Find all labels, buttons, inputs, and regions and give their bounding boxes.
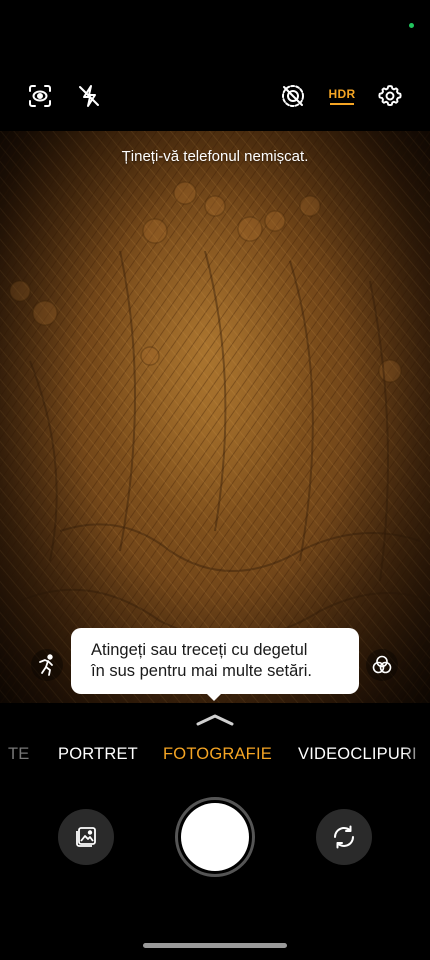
motion-mode-button[interactable] — [31, 649, 63, 681]
hdr-underline — [330, 103, 354, 105]
gallery-button[interactable] — [58, 809, 114, 865]
flash-button[interactable] — [67, 74, 111, 118]
viewfinder-vignette — [0, 131, 430, 703]
shutter-button[interactable] — [175, 797, 255, 877]
tooltip-line-1: Atingeți sau treceți cu degetul — [91, 641, 308, 659]
filters-icon — [372, 655, 392, 674]
mode-partial[interactable]: TE — [8, 745, 29, 764]
camera-screen: HDR Țineți-vă telefonul nemișcat. Atinge… — [0, 0, 430, 960]
switch-camera-icon — [334, 825, 354, 849]
motion-figure-icon — [39, 654, 53, 676]
mode-video[interactable]: VIDEOCLIPURI — [298, 745, 430, 764]
hold-steady-hint: Țineți-vă telefonul nemișcat. — [121, 148, 309, 165]
mode-photo[interactable]: FOTOGRAFIE — [163, 745, 272, 764]
tooltip-line-2: în sus pentru mai multe setări. — [91, 662, 313, 680]
hdr-icon: HDR — [329, 87, 356, 105]
screen-recognition-button[interactable] — [18, 74, 62, 118]
filters-button[interactable] — [366, 649, 398, 681]
hdr-label: HDR — [328, 87, 356, 101]
hdr-button[interactable]: HDR — [320, 74, 364, 118]
switch-camera-button[interactable] — [316, 809, 372, 865]
more-settings-tooltip[interactable]: Atingeți sau treceți cu degetul în sus p… — [71, 628, 359, 694]
camera-viewfinder[interactable] — [0, 131, 430, 703]
shutter-inner — [181, 803, 249, 871]
mode-portrait[interactable]: PORTRET — [58, 745, 138, 764]
privacy-indicator-dot — [409, 23, 414, 28]
settings-gear-icon — [378, 85, 402, 107]
settings-button[interactable] — [368, 74, 412, 118]
camera-mode-selector: TE PORTRET FOTOGRAFIE VIDEOCLIPURI — [0, 745, 430, 769]
flash-off-icon — [79, 85, 99, 107]
tooltip-pointer — [205, 692, 223, 701]
motion-photo-off-icon — [282, 85, 304, 107]
motion-photo-button[interactable] — [271, 74, 315, 118]
home-indicator[interactable] — [143, 943, 287, 948]
top-toolbar: HDR — [0, 74, 430, 120]
chevron-up-icon[interactable] — [195, 712, 235, 726]
gallery-icon — [76, 827, 96, 847]
screen-recognition-icon — [29, 85, 51, 107]
